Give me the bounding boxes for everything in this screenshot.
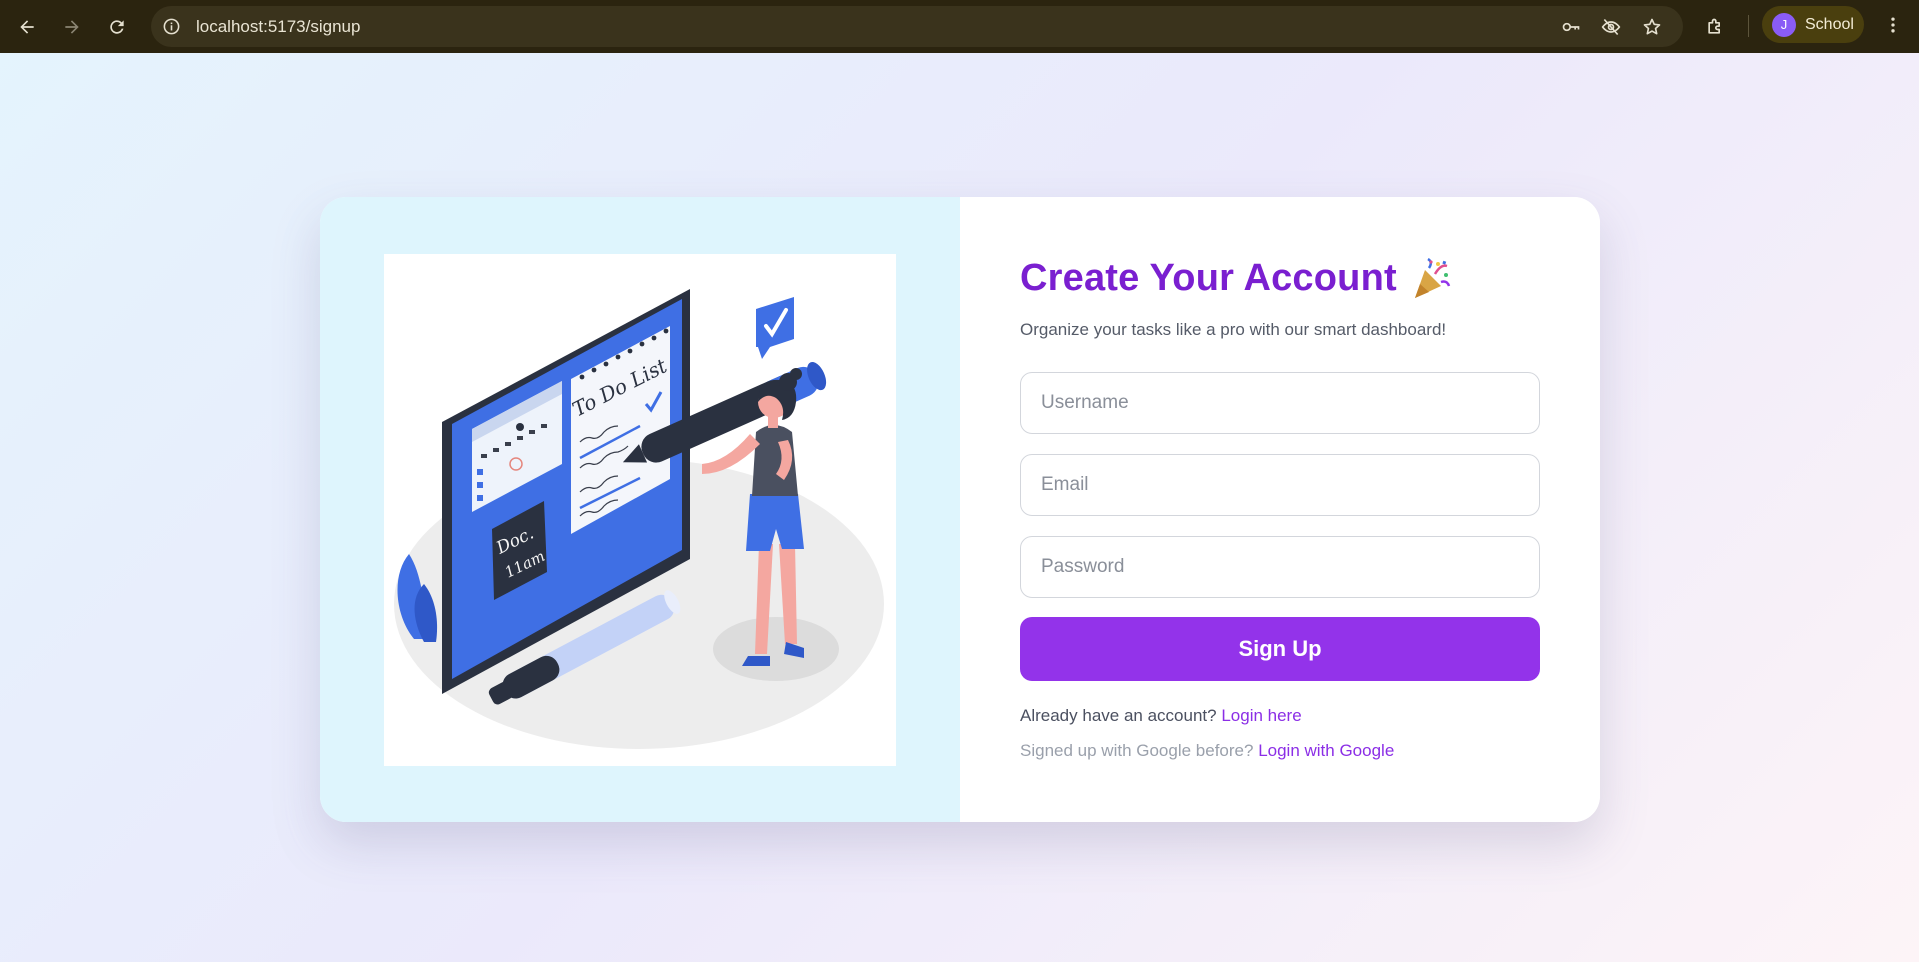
eye-off-icon[interactable] [1600,16,1622,38]
extensions-icon[interactable] [1698,10,1732,44]
google-prompt-text: Signed up with Google before? [1020,741,1254,760]
email-input[interactable] [1020,454,1540,516]
toolbar-divider [1748,15,1749,37]
google-login-link[interactable]: Login with Google [1258,741,1394,760]
page-subtitle: Organize your tasks like a pro with our … [1020,320,1447,339]
menu-icon[interactable] [1882,12,1904,38]
profile-button[interactable]: J School [1762,6,1864,43]
signup-card: Doc. 11am To Do List Create Your Account… [320,197,1600,822]
sign-up-button[interactable]: Sign Up [1020,617,1540,681]
reload-icon[interactable] [100,10,134,44]
address-bar[interactable]: localhost:5173/signup [151,6,1683,47]
star-icon[interactable] [1641,16,1663,38]
avatar: J [1772,12,1796,37]
profile-name: School [1805,15,1854,33]
login-prompt-text: Already have an account? [1020,706,1217,725]
forward-icon[interactable] [55,10,89,44]
username-input[interactable] [1020,372,1540,434]
info-icon[interactable] [161,16,182,37]
browser-toolbar: localhost:5173/signup J School [0,0,1919,53]
todo-illustration: Doc. 11am To Do List [384,254,896,766]
title-row: Create Your Account [1020,257,1451,300]
signup-form-panel: Create Your Account Organize your tasks … [960,197,1600,822]
login-prompt: Already have an account? Login here [1020,706,1302,726]
login-link[interactable]: Login here [1221,706,1301,725]
password-input[interactable] [1020,536,1540,598]
key-icon[interactable] [1560,16,1582,38]
back-icon[interactable] [10,10,44,44]
page-title: Create Your Account [1020,257,1397,299]
party-popper-icon [1414,257,1451,298]
url-text: localhost:5173/signup [196,17,361,36]
google-login-prompt: Signed up with Google before? Login with… [1020,741,1394,761]
illustration-panel: Doc. 11am To Do List [320,197,960,822]
